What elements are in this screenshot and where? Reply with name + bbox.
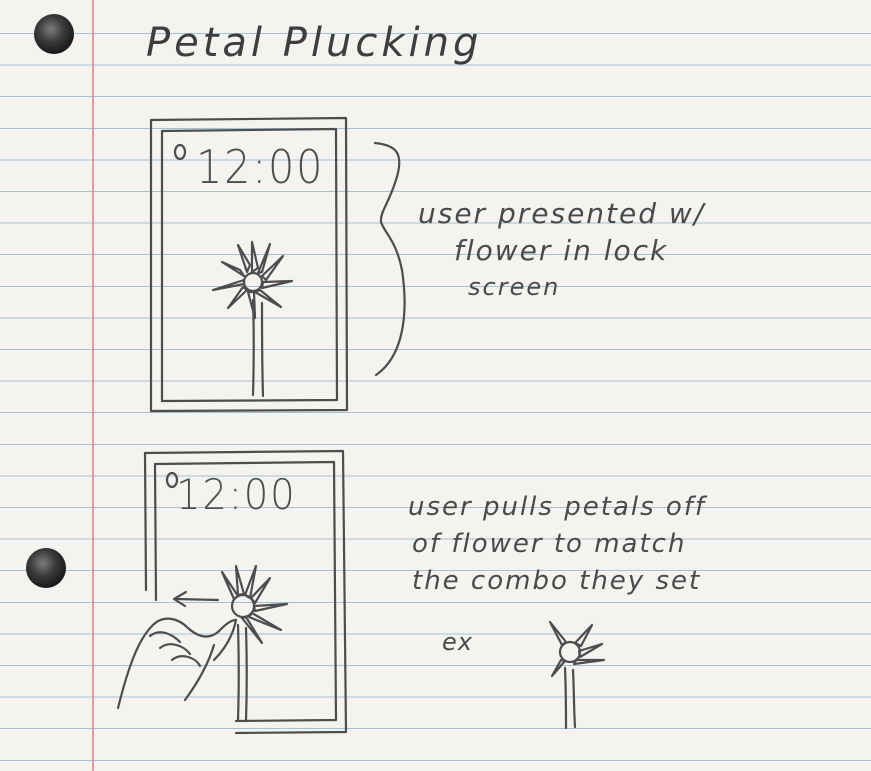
sketch-layer (116, 116, 606, 735)
flower-icon-1 (211, 240, 294, 398)
annotation-2-line-3: the combo they set (412, 566, 702, 596)
annotation-1-line-3: screen (468, 273, 561, 301)
lock-icon-1 (173, 143, 187, 161)
curly-brace-icon (373, 141, 406, 377)
flower-example-icon (548, 620, 606, 730)
hand-icon (116, 617, 238, 710)
annotation-1: user presented w/ flower in lock screen (418, 195, 705, 306)
annotation-2: user pulls petals off of flower to match… (408, 489, 706, 600)
example-label: ex (442, 628, 473, 656)
annotation-1-line-1: user presented w/ (418, 197, 706, 230)
annotation-1-line-2: flower in lock (454, 234, 669, 267)
annotation-2-line-1: user pulls petals off (408, 492, 707, 522)
flower-icon-2 (220, 564, 289, 723)
lock-screen-clock-1: 12:00 (196, 140, 325, 194)
lock-screen-clock-2: 12:00 (176, 470, 297, 519)
notebook-page: Petal Plucking 12:00 12:00 user presente… (0, 0, 871, 771)
annotation-2-line-2: of flower to match (412, 529, 687, 559)
swipe-arrow-icon (172, 590, 220, 608)
